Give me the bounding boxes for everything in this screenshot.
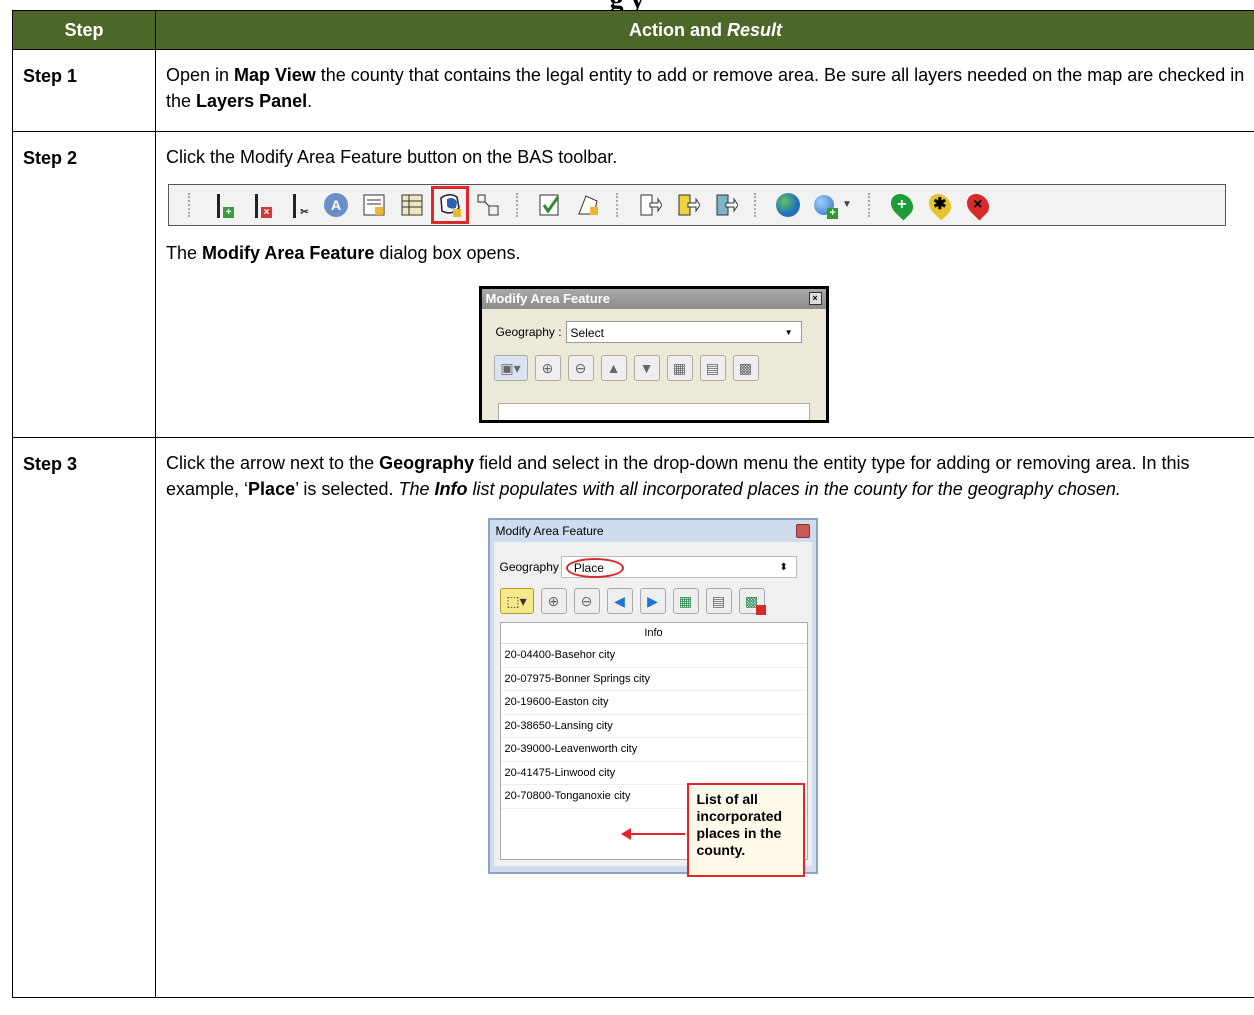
geography-label: Geography :	[495, 325, 562, 339]
info-header: Info	[500, 623, 807, 644]
callout-box: List of all incorporated places in the c…	[686, 783, 805, 877]
search-feature-icon[interactable]: A	[322, 191, 350, 219]
add-button[interactable]: ⊕	[540, 588, 567, 614]
action-cell: Click the Modify Area Feature button on …	[155, 131, 1254, 438]
select-tool-button[interactable]: ⬚▾	[499, 588, 534, 614]
modify-area-dialog-place: Modify Area Feature Geography Place ⬍ ⬚▾…	[487, 518, 818, 877]
map-button[interactable]: ▦	[672, 588, 699, 614]
add-button[interactable]: ⊕	[534, 355, 561, 381]
header-step: Step	[12, 10, 156, 50]
list-item[interactable]: 20-19600-Easton city	[500, 691, 807, 715]
map-remove-button[interactable]: ▩	[732, 355, 759, 381]
topology-icon[interactable]	[474, 191, 502, 219]
action-cell: Click the arrow next to the Geography fi…	[155, 437, 1254, 998]
next-button[interactable]: ▶	[639, 588, 666, 614]
modify-area-icon[interactable]	[431, 186, 469, 224]
remove-button[interactable]: ⊖	[567, 355, 594, 381]
toolbar-separator	[516, 193, 522, 217]
toolbar-separator	[188, 193, 194, 217]
toolbar-separator	[754, 193, 760, 217]
bas-toolbar: + × ✂ A + ▼ + ✱ ×	[168, 184, 1226, 226]
geography-dropdown[interactable]: Place ⬍	[560, 556, 797, 578]
header-action: Action and Result	[155, 10, 1254, 50]
close-icon[interactable]: ×	[808, 292, 822, 305]
table-row: Step 1 Open in Map View the county that …	[12, 49, 1254, 132]
table-icon[interactable]	[398, 191, 426, 219]
dialog-title: Modify Area Feature ×	[481, 289, 826, 309]
place-value: Place	[565, 558, 624, 578]
info-list-area	[497, 403, 810, 420]
close-icon[interactable]	[795, 524, 810, 538]
spinner-icon: ⬍	[779, 562, 788, 573]
delete-line-icon[interactable]: ×	[246, 191, 274, 219]
export-highlight-icon[interactable]	[674, 191, 702, 219]
map-button[interactable]: ▦	[666, 355, 693, 381]
info-list: Info 20-04400-Basehor city 20-07975-Bonn…	[499, 622, 808, 877]
geography-dropdown[interactable]: Select ▼	[565, 321, 802, 343]
list-item[interactable]: 20-07975-Bonner Springs city	[500, 668, 807, 691]
map-remove-button[interactable]: ▩	[738, 588, 766, 615]
chevron-down-icon: ▼	[784, 328, 793, 337]
down-button[interactable]: ▼	[633, 355, 660, 381]
add-pin-icon[interactable]: +	[886, 189, 918, 221]
list-item[interactable]: 20-39000-Leavenworth city	[500, 738, 807, 762]
remove-button[interactable]: ⊖	[573, 588, 600, 614]
edit-polygon-icon[interactable]	[574, 191, 602, 219]
table-header-row: Step Action and Result	[12, 10, 1254, 50]
toolbar-separator	[616, 193, 622, 217]
step-label: Step 3	[12, 437, 156, 998]
remove-pin-icon[interactable]: ×	[962, 189, 994, 221]
attribute-icon[interactable]	[360, 191, 388, 219]
list-item[interactable]: 20-41475-Linwood city	[500, 762, 807, 785]
steps-table: Step Action and Result Step 1 Open in Ma…	[12, 10, 1254, 998]
step-label: Step 2	[12, 131, 156, 438]
list-item[interactable]: 20-38650-Lansing city	[500, 715, 807, 738]
export-icon[interactable]	[636, 191, 664, 219]
table-button[interactable]: ▤	[699, 355, 726, 381]
split-line-icon[interactable]: ✂	[284, 191, 312, 219]
list-item[interactable]: 20-04400-Basehor city	[500, 644, 807, 668]
toolbar-separator	[868, 193, 874, 217]
geography-label: Geography	[499, 560, 559, 574]
action-cell: Open in Map View the county that contain…	[155, 49, 1254, 132]
up-button[interactable]: ▲	[600, 355, 627, 381]
select-tool-button[interactable]: ▣▾	[493, 355, 528, 381]
export-alt-icon[interactable]	[712, 191, 740, 219]
globe-icon[interactable]	[774, 191, 802, 219]
add-line-icon[interactable]: +	[208, 191, 236, 219]
table-button[interactable]: ▤	[705, 588, 732, 614]
table-row: Step 2 Click the Modify Area Feature but…	[12, 131, 1254, 438]
review-icon[interactable]	[536, 191, 564, 219]
previous-button[interactable]: ◀	[606, 588, 633, 614]
step-label: Step 1	[12, 49, 156, 132]
callout-arrow	[620, 828, 685, 840]
table-row: Step 3 Click the arrow next to the Geogr…	[12, 437, 1254, 998]
dialog-title: Modify Area Feature	[490, 520, 816, 542]
add-globe-icon[interactable]: + ▼	[812, 191, 854, 219]
star-pin-icon[interactable]: ✱	[924, 189, 956, 221]
modify-area-dialog-initial: Modify Area Feature × Geography : Select ▼…	[478, 286, 829, 423]
